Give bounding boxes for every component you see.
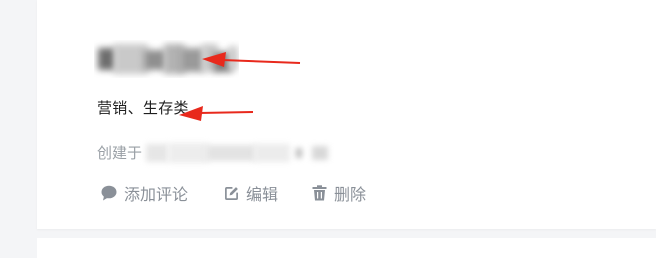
next-card <box>37 238 656 258</box>
trash-icon <box>310 184 328 202</box>
card-actions: 添加评论 编辑 删除 <box>100 181 366 205</box>
category-tags: 营销、生存类 <box>97 99 189 117</box>
edit-button[interactable]: 编辑 <box>222 181 278 205</box>
created-label: 创建于 <box>97 143 143 162</box>
created-info: 创建于 <box>97 140 336 164</box>
edit-label: 编辑 <box>246 185 279 204</box>
delete-button[interactable]: 删除 <box>310 181 366 205</box>
item-card: 营销、生存类 创建于 添加评论 编辑 删除 <box>37 0 656 229</box>
delete-label: 删除 <box>334 185 367 204</box>
redacted-date <box>146 140 336 164</box>
add-comment-button[interactable]: 添加评论 <box>100 181 188 205</box>
annotation-arrow-icon <box>202 52 301 67</box>
annotation-arrow-icon <box>179 106 254 121</box>
speech-bubble-icon <box>100 184 118 202</box>
add-comment-label: 添加评论 <box>124 185 189 204</box>
edit-square-icon <box>222 184 240 202</box>
